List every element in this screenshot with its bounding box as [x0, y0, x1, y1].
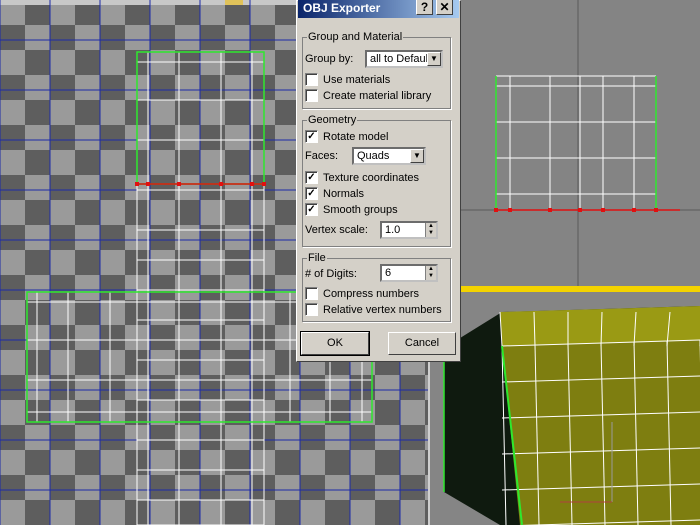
spinner-down-icon[interactable]: ▼: [425, 273, 436, 280]
uv-vertex-marker: [135, 182, 139, 186]
digits-spinner[interactable]: 6 ▲ ▼: [380, 264, 438, 282]
spinner-up-icon[interactable]: ▲: [425, 223, 436, 230]
relative-vertex-numbers-checkbox[interactable]: [305, 302, 318, 316]
group-by-dropdown[interactable]: all to Defaul ▼: [365, 50, 443, 68]
cancel-button[interactable]: Cancel: [388, 332, 456, 355]
spinner-down-icon[interactable]: ▼: [425, 230, 436, 237]
use-materials-label: Use materials: [323, 74, 391, 86]
ok-button[interactable]: OK: [301, 332, 369, 355]
compress-numbers-label: Compress numbers: [323, 288, 419, 300]
front-vertex-marker: [548, 208, 552, 212]
smooth-groups-option[interactable]: ✓ Smooth groups: [305, 202, 398, 218]
chevron-down-icon[interactable]: ▼: [427, 52, 441, 66]
smooth-groups-label: Smooth groups: [323, 204, 398, 216]
front-vertex-marker: [632, 208, 636, 212]
front-viewport[interactable]: [428, 0, 700, 286]
use-materials-checkbox[interactable]: [305, 72, 318, 86]
chevron-down-icon[interactable]: ▼: [410, 149, 424, 163]
vertex-scale-value: 1.0: [385, 224, 401, 236]
front-vertex-marker: [494, 208, 498, 212]
texture-coordinates-checkbox[interactable]: ✓: [305, 170, 318, 184]
question-mark-icon[interactable]: ?: [416, 0, 433, 15]
dialog-titlebar[interactable]: OBJ Exporter ? ✕: [298, 0, 459, 18]
relative-vertex-numbers-label: Relative vertex numbers: [323, 304, 442, 316]
normals-option[interactable]: ✓ Normals: [305, 186, 364, 202]
rotate-model-checkbox[interactable]: ✓: [305, 129, 318, 143]
close-x-icon[interactable]: ✕: [436, 0, 453, 15]
digits-value: 6: [385, 267, 392, 279]
digits-label: # of Digits:: [305, 268, 357, 280]
uv-vertex-marker: [250, 182, 254, 186]
normals-checkbox[interactable]: ✓: [305, 186, 318, 200]
front-vertex-marker: [508, 208, 512, 212]
rotate-model-option[interactable]: ✓ Rotate model: [305, 129, 388, 145]
faces-label: Faces:: [305, 150, 339, 162]
compress-numbers-option[interactable]: Compress numbers: [305, 286, 419, 302]
vertex-scale-label: Vertex scale:: [305, 224, 368, 236]
spinner-up-icon[interactable]: ▲: [425, 266, 436, 273]
uv-vertex-marker: [262, 182, 266, 186]
faces-dropdown[interactable]: Quads ▼: [352, 147, 426, 165]
group-by-label: Group by:: [305, 53, 354, 65]
front-viewport-mesh: [430, 0, 700, 286]
vertex-scale-spinner[interactable]: 1.0 ▲ ▼: [380, 221, 438, 239]
faces-value: Quads: [357, 150, 390, 162]
uv-vertex-marker: [177, 182, 181, 186]
normals-label: Normals: [323, 188, 364, 200]
use-materials-option[interactable]: Use materials: [305, 72, 390, 88]
smooth-groups-checkbox[interactable]: ✓: [305, 202, 318, 216]
dialog-title: OBJ Exporter: [303, 1, 381, 15]
file-legend: File: [308, 252, 326, 264]
perspective-cube: [443, 306, 700, 525]
create-material-library-label: Create material library: [323, 90, 432, 102]
create-material-library-option[interactable]: Create material library: [305, 88, 431, 104]
texture-coordinates-label: Texture coordinates: [323, 172, 419, 184]
relative-vertex-numbers-option[interactable]: Relative vertex numbers: [305, 302, 442, 318]
geometry-legend: Geometry: [308, 114, 357, 126]
uv-vertex-marker: [219, 182, 223, 186]
group-and-material-legend: Group and Material: [308, 31, 403, 43]
obj-exporter-dialog: OBJ Exporter ? ✕ Group and Material Grou…: [296, 0, 461, 362]
rotate-model-label: Rotate model: [323, 131, 389, 143]
perspective-viewport[interactable]: [428, 292, 700, 525]
group-by-value: all to Defaul: [370, 53, 429, 65]
uv-vertex-marker: [146, 182, 150, 186]
front-vertex-marker: [654, 208, 658, 212]
texture-coordinates-option[interactable]: ✓ Texture coordinates: [305, 170, 419, 186]
create-material-library-checkbox[interactable]: [305, 88, 318, 102]
front-vertex-marker: [601, 208, 605, 212]
front-vertex-marker: [578, 208, 582, 212]
compress-numbers-checkbox[interactable]: [305, 286, 318, 300]
